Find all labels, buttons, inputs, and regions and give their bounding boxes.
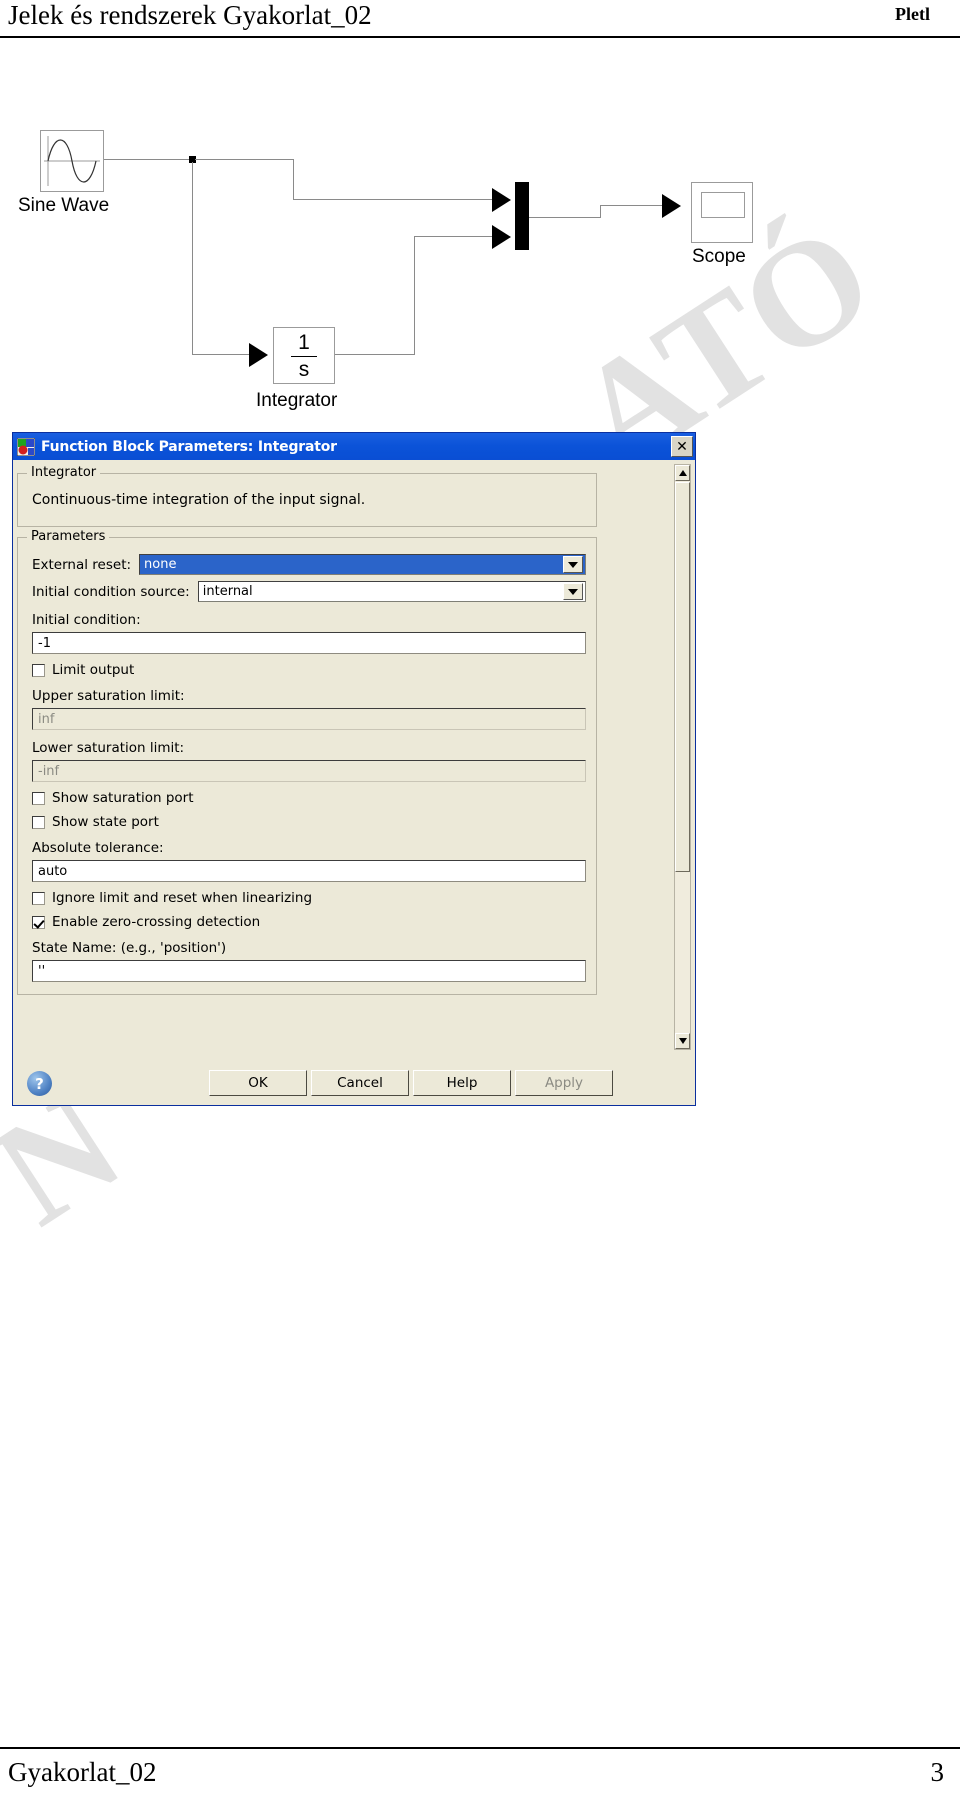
document-title: Jelek és rendszerek Gyakorlat_02 bbox=[8, 0, 372, 30]
dialog-scrollbar[interactable] bbox=[674, 464, 691, 1050]
apply-button[interactable]: Apply bbox=[515, 1070, 613, 1096]
external-reset-label: External reset: bbox=[32, 556, 132, 573]
upper-saturation-input[interactable]: inf bbox=[32, 708, 586, 730]
ignore-limit-row[interactable]: Ignore limit and reset when linearizing bbox=[32, 890, 586, 906]
integrator-numerator: 1 bbox=[298, 331, 310, 354]
simulink-model-canvas: Sine Wave 1 s Integrator Scope bbox=[0, 50, 960, 411]
integrator-denominator: s bbox=[298, 358, 310, 381]
integrator-label: Integrator bbox=[256, 390, 338, 411]
chevron-down-icon[interactable] bbox=[563, 556, 583, 573]
wire-junction-down bbox=[192, 162, 193, 354]
page-number: 3 bbox=[930, 1757, 945, 1787]
scroll-down-icon[interactable] bbox=[675, 1033, 690, 1049]
dialog-scroll-pane: Integrator Continuous-time integration o… bbox=[17, 463, 597, 1050]
initial-condition-label: Initial condition: bbox=[32, 612, 141, 628]
header-divider bbox=[0, 36, 960, 38]
help-icon[interactable]: ? bbox=[27, 1071, 52, 1096]
absolute-tolerance-label: Absolute tolerance: bbox=[32, 840, 164, 856]
show-state-port-label: Show state port bbox=[52, 814, 159, 830]
external-reset-value: none bbox=[144, 557, 177, 572]
state-name-input[interactable]: '' bbox=[32, 960, 586, 982]
scope-block[interactable] bbox=[691, 182, 753, 243]
wire-junction-right bbox=[195, 159, 294, 160]
upper-saturation-label: Upper saturation limit: bbox=[32, 688, 185, 704]
mux-input2-arrow bbox=[492, 225, 511, 249]
external-reset-row: External reset: none bbox=[32, 554, 586, 575]
integrator-block[interactable]: 1 s bbox=[273, 327, 335, 384]
sine-wave-label: Sine Wave bbox=[18, 195, 110, 216]
document-author: Pletl bbox=[895, 4, 930, 24]
scope-label: Scope bbox=[692, 246, 746, 267]
scroll-up-icon[interactable] bbox=[675, 465, 690, 481]
limit-output-checkbox[interactable] bbox=[32, 663, 45, 677]
help-button[interactable]: Help bbox=[413, 1070, 511, 1096]
integrator-input-arrow bbox=[249, 343, 268, 367]
state-name-label: State Name: (e.g., 'position') bbox=[32, 940, 227, 956]
wire-integrator-up bbox=[414, 236, 415, 355]
initial-condition-source-label: Initial condition source: bbox=[32, 583, 190, 600]
chevron-down-icon[interactable] bbox=[563, 583, 583, 600]
wire-mux-step-up bbox=[600, 205, 601, 218]
wire-to-integrator bbox=[192, 354, 250, 355]
wire-step-down bbox=[293, 159, 294, 200]
scope-screen-icon bbox=[701, 192, 745, 218]
zero-crossing-checkbox[interactable] bbox=[32, 915, 45, 929]
dialog-body: Integrator Continuous-time integration o… bbox=[13, 460, 695, 1105]
show-state-port-checkbox[interactable] bbox=[32, 815, 45, 829]
dialog-button-bar: ? OK Cancel Help Apply bbox=[13, 1057, 695, 1105]
dialog-title: Function Block Parameters: Integrator bbox=[41, 438, 337, 455]
wire-integrator-out bbox=[335, 354, 415, 355]
wire-sine-to-junction bbox=[104, 159, 192, 160]
external-reset-select[interactable]: none bbox=[139, 554, 586, 575]
simulink-block-icon bbox=[16, 437, 36, 456]
ignore-limit-label: Ignore limit and reset when linearizing bbox=[52, 890, 313, 906]
mux-block[interactable] bbox=[515, 182, 529, 250]
integrator-description: Continuous-time integration of the input… bbox=[32, 492, 366, 508]
integrator-description-group: Integrator Continuous-time integration o… bbox=[17, 465, 597, 527]
zero-crossing-label: Enable zero-crossing detection bbox=[52, 914, 261, 930]
initial-condition-source-value: internal bbox=[202, 584, 253, 599]
limit-output-row[interactable]: Limit output bbox=[32, 662, 586, 678]
absolute-tolerance-input[interactable]: auto bbox=[32, 860, 586, 882]
parameters-group: Parameters External reset: none Initial … bbox=[17, 529, 597, 995]
initial-condition-source-select[interactable]: internal bbox=[197, 581, 586, 602]
wire-mux-out bbox=[529, 217, 601, 218]
wire-to-mux-in1 bbox=[293, 199, 493, 200]
show-saturation-port-row[interactable]: Show saturation port bbox=[32, 790, 586, 806]
show-state-port-row[interactable]: Show state port bbox=[32, 814, 586, 830]
ignore-limit-checkbox[interactable] bbox=[32, 891, 45, 905]
sine-wave-icon bbox=[44, 136, 100, 186]
limit-output-label: Limit output bbox=[52, 662, 135, 678]
show-saturation-port-label: Show saturation port bbox=[52, 790, 194, 806]
initial-condition-input[interactable]: -1 bbox=[32, 632, 586, 654]
ok-button[interactable]: OK bbox=[209, 1070, 307, 1096]
show-saturation-port-checkbox[interactable] bbox=[32, 791, 45, 805]
cancel-button[interactable]: Cancel bbox=[311, 1070, 409, 1096]
scrollbar-thumb[interactable] bbox=[675, 482, 690, 872]
parameters-group-title: Parameters bbox=[27, 529, 110, 544]
mux-input1-arrow bbox=[492, 188, 511, 212]
footer-document-title: Gyakorlat_02 bbox=[8, 1757, 157, 1787]
lower-saturation-label: Lower saturation limit: bbox=[32, 740, 185, 756]
wire-to-scope bbox=[600, 205, 663, 206]
initial-condition-source-row: Initial condition source: internal bbox=[32, 581, 586, 602]
close-icon[interactable]: ✕ bbox=[671, 436, 693, 457]
wire-to-mux-in2 bbox=[414, 236, 493, 237]
scope-input-arrow bbox=[662, 194, 681, 218]
page-footer: Gyakorlat_02 3 bbox=[0, 1739, 960, 1819]
sine-wave-block[interactable] bbox=[40, 130, 104, 192]
footer-divider bbox=[0, 1747, 960, 1749]
zero-crossing-row[interactable]: Enable zero-crossing detection bbox=[32, 914, 586, 930]
integrator-group-title: Integrator bbox=[27, 465, 101, 480]
lower-saturation-input[interactable]: -inf bbox=[32, 760, 586, 782]
dialog-titlebar[interactable]: Function Block Parameters: Integrator ✕ bbox=[13, 433, 695, 460]
page-header: Jelek és rendszerek Gyakorlat_02 Pletl bbox=[0, 0, 960, 40]
function-block-parameters-dialog: Function Block Parameters: Integrator ✕ … bbox=[12, 432, 696, 1106]
